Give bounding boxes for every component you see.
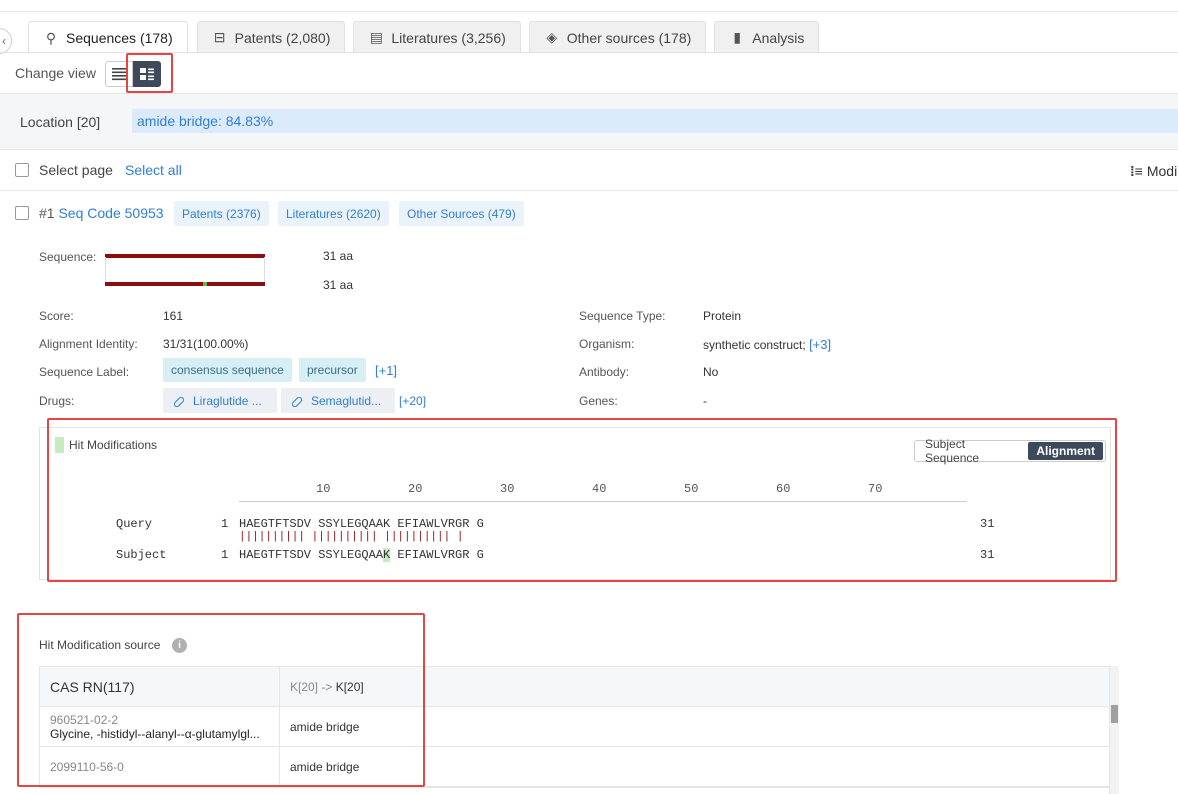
tab-analysis[interactable]: ▮ Analysis [714, 21, 819, 53]
antibody-value: No [703, 365, 718, 379]
seq-code-link[interactable]: Seq Code 50953 [58, 205, 163, 221]
drug-chip[interactable]: Liraglutide ... [163, 388, 277, 413]
organism-more-link[interactable]: [+3] [809, 337, 831, 352]
antibody-label: Antibody: [579, 365, 629, 379]
location-label: Location [20] [20, 114, 100, 130]
collapse-panel-button[interactable]: ‹ [0, 28, 12, 54]
drug-name: Liraglutide ... [193, 394, 262, 408]
selection-row: Select page Select all ⁞≡Modi [0, 151, 1178, 191]
top-divider [0, 11, 1178, 12]
select-page-label: Select page [39, 162, 113, 178]
drugs-more-link[interactable]: [+20] [399, 394, 426, 408]
sequence-field-label: Sequence: [39, 250, 96, 264]
drugs-label: Drugs: [39, 394, 74, 408]
literatures-badge[interactable]: Literatures (2620) [278, 201, 389, 226]
subject-length: 31 aa [323, 278, 353, 292]
score-label: Score: [39, 309, 74, 323]
tab-label: Sequences (178) [66, 30, 173, 46]
patent-icon: ⊟ [212, 29, 228, 46]
record-title: #1 Seq Code 50953 [39, 205, 164, 221]
tab-label: Analysis [752, 30, 804, 46]
identity-value: 31/31(100.00%) [163, 337, 248, 351]
tabs-divider [0, 52, 1178, 53]
tab-literatures[interactable]: ▤ Literatures (3,256) [353, 21, 520, 53]
subject-sequence-bar [105, 282, 265, 286]
location-filter-bar: Location [20] amide bridge: 84.83% [0, 93, 1178, 150]
score-value: 161 [163, 309, 183, 323]
table-scrollbar[interactable] [1109, 666, 1119, 794]
scrollbar-thumb[interactable] [1111, 705, 1118, 723]
change-view-label: Change view [15, 65, 96, 81]
tab-sequences[interactable]: ⚲ Sequences (178) [28, 21, 188, 54]
bar-chart-icon: ▮ [729, 29, 745, 46]
query-length: 31 aa [323, 249, 353, 263]
organism-value: synthetic construct; [+3] [703, 337, 831, 352]
highlight-box-source [17, 613, 425, 787]
select-page-checkbox[interactable] [15, 163, 29, 177]
genes-label: Genes: [579, 394, 618, 408]
list-view-icon [111, 67, 127, 81]
sequence-map-frame [105, 257, 265, 283]
record-checkbox[interactable] [15, 206, 29, 220]
highlight-box-alignment [47, 418, 1117, 582]
sequence-type-label: Sequence Type: [579, 309, 666, 323]
organism-label: Organism: [579, 337, 634, 351]
location-chip[interactable]: amide bridge: 84.83% [132, 109, 1178, 133]
tab-other-sources[interactable]: ◈ Other sources (178) [529, 21, 707, 53]
drug-name: Semaglutid... [311, 394, 381, 408]
other-sources-badge[interactable]: Other Sources (479) [399, 201, 524, 226]
result-tabs: ⚲ Sequences (178) ⊟ Patents (2,080) ▤ Li… [28, 21, 819, 53]
genes-value: - [703, 394, 707, 408]
patents-badge[interactable]: Patents (2376) [174, 201, 269, 226]
sequence-label-label: Sequence Label: [39, 365, 129, 379]
tab-label: Other sources (178) [567, 30, 692, 46]
sort-button[interactable]: ⁞≡Modi [1130, 163, 1177, 179]
chevron-left-icon: ‹ [2, 34, 6, 48]
record-index: #1 [39, 205, 55, 221]
sort-label: Modi [1147, 163, 1177, 179]
pill-icon [173, 395, 186, 408]
box-icon: ◈ [544, 29, 560, 46]
identity-label: Alignment Identity: [39, 337, 138, 351]
pill-icon [291, 395, 304, 408]
seq-labels-more-link[interactable]: [+1] [375, 363, 397, 378]
dna-icon: ⚲ [43, 30, 59, 47]
tab-label: Literatures (3,256) [391, 30, 505, 46]
document-icon: ▤ [368, 29, 384, 46]
tab-label: Patents (2,080) [235, 30, 331, 46]
hit-marker [203, 282, 207, 286]
sort-icon: ⁞≡ [1130, 163, 1143, 179]
organism-name: synthetic construct; [703, 338, 806, 352]
tab-patents[interactable]: ⊟ Patents (2,080) [197, 21, 346, 53]
select-all-link[interactable]: Select all [125, 162, 182, 178]
seq-label-tag[interactable]: precursor [299, 358, 366, 382]
sequence-type-value: Protein [703, 309, 741, 323]
seq-label-tag[interactable]: consensus sequence [163, 358, 292, 382]
highlight-box-view [126, 53, 173, 93]
drug-chip[interactable]: Semaglutid... [281, 388, 395, 413]
